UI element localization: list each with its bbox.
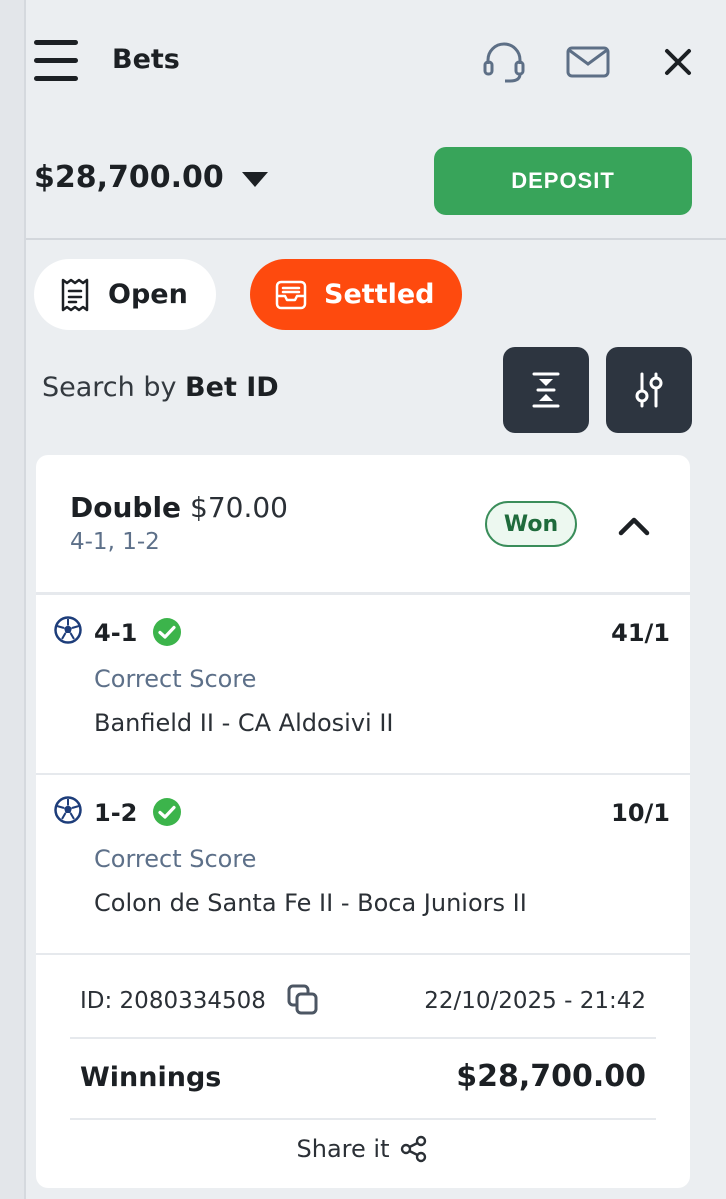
- header: Bets $28,700.00 DEPOSIT: [26, 0, 726, 240]
- receipt-icon: [61, 278, 89, 311]
- search-bold: Bet ID: [185, 372, 279, 403]
- bet-footer: ID: 2080334508 22/10/2025 - 21:42 Winnin…: [36, 955, 690, 1188]
- share-label: Share it: [296, 1135, 390, 1163]
- headset-icon[interactable]: [480, 38, 528, 86]
- share-icon: [401, 1135, 427, 1163]
- soccer-ball-icon: [54, 616, 82, 644]
- mail-icon[interactable]: [564, 38, 612, 86]
- leg-odds: 41/1: [611, 619, 670, 647]
- collapse-all-button[interactable]: [503, 347, 589, 433]
- divider: [70, 1037, 656, 1039]
- soccer-ball-icon: [54, 796, 82, 824]
- search-prefix: Search by: [42, 372, 186, 403]
- bet-card-header[interactable]: Double $70.00 4-1, 1-2 Won: [36, 455, 690, 595]
- check-circle-icon: [153, 618, 181, 646]
- sliders-icon: [635, 372, 663, 408]
- bet-selections: 4-1, 1-2: [70, 529, 160, 555]
- leg-market: Correct Score: [94, 845, 257, 873]
- collapse-icon: [532, 372, 560, 408]
- winnings-value: $28,700.00: [456, 1059, 646, 1094]
- bet-stake: $70.00: [190, 491, 288, 524]
- bet-leg: 4-1 41/1 Correct Score Banfield II - CA …: [36, 595, 690, 775]
- leg-pick: 1-2: [94, 799, 138, 827]
- bet-card: Double $70.00 4-1, 1-2 Won 4-1 41/1 Corr…: [36, 455, 690, 1188]
- share-button[interactable]: Share it: [36, 1134, 690, 1164]
- bet-datetime: 22/10/2025 - 21:42: [424, 988, 646, 1014]
- close-icon[interactable]: [654, 38, 702, 86]
- page-title: Bets: [112, 44, 180, 75]
- tab-settled-label: Settled: [324, 279, 435, 310]
- tab-open-label: Open: [108, 279, 188, 310]
- leg-market: Correct Score: [94, 665, 257, 693]
- leg-pick: 4-1: [94, 619, 138, 647]
- bet-leg: 1-2 10/1 Correct Score Colon de Santa Fe…: [36, 775, 690, 955]
- bets-panel: Bets $28,700.00 DEPOSIT Open Settled Sea…: [26, 0, 726, 1199]
- tab-open[interactable]: Open: [34, 259, 216, 330]
- caret-down-icon: [241, 172, 268, 187]
- copy-icon[interactable]: [286, 983, 320, 1017]
- balance-dropdown[interactable]: $28,700.00: [34, 160, 268, 195]
- divider: [70, 1118, 656, 1120]
- bet-type: Double: [70, 491, 182, 524]
- tab-settled[interactable]: Settled: [250, 259, 462, 330]
- inbox-icon: [275, 280, 307, 309]
- search-by-bet-id[interactable]: Search by Bet ID: [42, 372, 279, 403]
- deposit-button[interactable]: DEPOSIT: [434, 147, 692, 215]
- balance-amount: $28,700.00: [34, 160, 224, 195]
- leg-event: Banfield II - CA Aldosivi II: [94, 709, 394, 737]
- left-edge: [0, 0, 26, 1199]
- chevron-up-icon[interactable]: [614, 511, 654, 541]
- leg-odds: 10/1: [611, 799, 670, 827]
- check-circle-icon: [153, 798, 181, 826]
- winnings-label: Winnings: [80, 1062, 222, 1093]
- menu-icon[interactable]: [34, 40, 78, 82]
- leg-event: Colon de Santa Fe II - Boca Juniors II: [94, 889, 527, 917]
- bet-id: ID: 2080334508: [80, 988, 266, 1014]
- status-badge: Won: [485, 501, 577, 547]
- filter-button[interactable]: [606, 347, 692, 433]
